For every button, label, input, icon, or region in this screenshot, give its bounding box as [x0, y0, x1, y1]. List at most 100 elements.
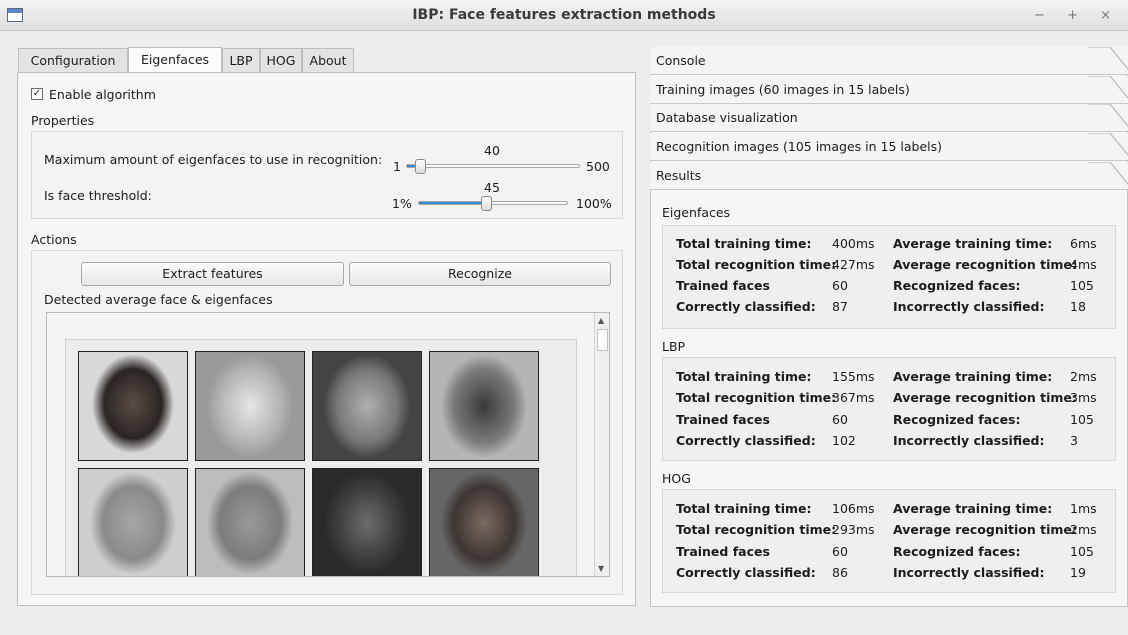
stat-value: 102 [832, 433, 856, 448]
stat-label: Total recognition time: [676, 257, 837, 272]
toolbox-tab-corner-icon [1088, 104, 1128, 127]
stat-label: Correctly classified: [676, 299, 816, 314]
results-lbp-box: Total training time: 155ms Average train… [662, 357, 1116, 461]
tab-configuration[interactable]: Configuration [18, 48, 128, 72]
threshold-max: 100% [576, 196, 612, 211]
stat-label: Average recognition time: [893, 257, 1077, 272]
face-grid [65, 339, 577, 576]
threshold-slider-fill [419, 202, 487, 204]
window-title: IBP: Face features extraction methods [412, 7, 716, 23]
stat-label: Total recognition time: [676, 390, 837, 405]
stat-value: 105 [1070, 278, 1094, 293]
toolbox-results-label: Results [656, 168, 702, 183]
scrollbar-thumb[interactable] [597, 329, 608, 351]
toolbox-tab-corner-icon [1088, 47, 1128, 70]
stat-label: Total training time: [676, 236, 812, 251]
stat-value: 3ms [1070, 390, 1097, 405]
scroll-down-icon[interactable]: ▼ [598, 564, 604, 573]
stat-value: 106ms [832, 501, 875, 516]
results-hog-title: HOG [662, 471, 691, 486]
tab-hog[interactable]: HOG [260, 48, 302, 72]
toolbox-tab-corner-icon [1088, 162, 1128, 185]
stat-value: 2ms [1070, 369, 1097, 384]
title-bar: IBP: Face features extraction methods − … [0, 0, 1128, 31]
stat-label: Incorrectly classified: [893, 299, 1045, 314]
stat-label: Total training time: [676, 501, 812, 516]
eigenface-7-image [429, 468, 539, 576]
stat-label: Total training time: [676, 369, 812, 384]
toolbox-recognition-images[interactable]: Recognition images (105 images in 15 lab… [650, 133, 1128, 161]
stat-value: 105 [1070, 544, 1094, 559]
eigenface-4-image [78, 468, 188, 576]
stat-value: 427ms [832, 257, 875, 272]
toolbox-tab-corner-icon [1088, 76, 1128, 99]
stat-value: 6ms [1070, 236, 1097, 251]
max-eigenfaces-slider-handle[interactable] [415, 159, 426, 174]
stat-value: 87 [832, 299, 848, 314]
stat-label: Incorrectly classified: [893, 433, 1045, 448]
scroll-up-icon[interactable]: ▲ [598, 316, 604, 325]
stat-value: 60 [832, 544, 848, 559]
max-eigenfaces-value: 40 [484, 143, 500, 158]
stat-value: 400ms [832, 236, 875, 251]
extract-features-button[interactable]: Extract features [81, 262, 344, 286]
toolbox-training-images[interactable]: Training images (60 images in 15 labels) [650, 76, 1128, 104]
stat-label: Recognized faces: [893, 412, 1021, 427]
vertical-scrollbar[interactable]: ▲ ▼ [594, 313, 609, 576]
stat-value: 3 [1070, 433, 1078, 448]
stat-value: 4ms [1070, 257, 1097, 272]
stat-value: 293ms [832, 522, 875, 537]
stat-value: 18 [1070, 299, 1086, 314]
max-eigenfaces-slider[interactable] [406, 164, 580, 168]
average-face-image [78, 351, 188, 461]
stat-label: Recognized faces: [893, 278, 1021, 293]
stat-value: 105 [1070, 412, 1094, 427]
toolbox-console[interactable]: Console [650, 47, 1128, 75]
results-eigenfaces-title: Eigenfaces [662, 205, 731, 220]
max-eigenfaces-max: 500 [586, 159, 610, 174]
tab-lbp[interactable]: LBP [222, 48, 260, 72]
stat-label: Trained faces [676, 278, 770, 293]
stat-label: Trained faces [676, 412, 770, 427]
toolbox-tab-corner-icon [1088, 133, 1128, 156]
stat-label: Total recognition time: [676, 522, 837, 537]
stat-label: Average training time: [893, 369, 1053, 384]
stat-value: 367ms [832, 390, 875, 405]
stat-label: Average training time: [893, 501, 1053, 516]
enable-algorithm-label[interactable]: Enable algorithm [49, 87, 156, 102]
stat-label: Average training time: [893, 236, 1053, 251]
recognize-button[interactable]: Recognize [349, 262, 611, 286]
toolbox-training-images-label: Training images (60 images in 15 labels) [656, 82, 910, 97]
window-controls[interactable]: − + × [1034, 8, 1120, 23]
toolbox-database-visualization[interactable]: Database visualization [650, 104, 1128, 132]
stat-value: 60 [832, 278, 848, 293]
eigenface-2-image [312, 351, 422, 461]
stat-label: Trained faces [676, 544, 770, 559]
stat-value: 86 [832, 565, 848, 580]
eigenface-1-image [195, 351, 305, 461]
threshold-slider-handle[interactable] [481, 196, 492, 211]
properties-group [31, 131, 623, 219]
detected-faces-label: Detected average face & eigenfaces [44, 292, 273, 307]
stat-label: Average recognition time: [893, 522, 1077, 537]
stat-value: 1ms [1070, 501, 1097, 516]
status-bar [0, 612, 1128, 635]
toolbox-results[interactable]: Results [650, 162, 1128, 190]
eigenface-6-image [312, 468, 422, 576]
enable-algorithm-checkbox[interactable]: ✓ [31, 88, 43, 100]
stat-label: Average recognition time: [893, 390, 1077, 405]
threshold-label: Is face threshold: [44, 188, 152, 203]
toolbox-database-visualization-label: Database visualization [656, 110, 798, 125]
max-eigenfaces-min: 1 [393, 159, 401, 174]
actions-label: Actions [31, 232, 77, 247]
eigenfaces-scroll-area[interactable]: ▲ ▼ [46, 312, 610, 577]
results-eigenfaces-box: Total training time: 400ms Average train… [662, 225, 1116, 329]
stat-value: 19 [1070, 565, 1086, 580]
eigenface-3-image [429, 351, 539, 461]
stat-label: Recognized faces: [893, 544, 1021, 559]
max-eigenfaces-label: Maximum amount of eigenfaces to use in r… [44, 152, 383, 167]
tab-about[interactable]: About [302, 48, 354, 72]
threshold-value: 45 [484, 180, 500, 195]
threshold-slider[interactable] [418, 201, 568, 205]
tab-eigenfaces[interactable]: Eigenfaces [128, 47, 222, 73]
